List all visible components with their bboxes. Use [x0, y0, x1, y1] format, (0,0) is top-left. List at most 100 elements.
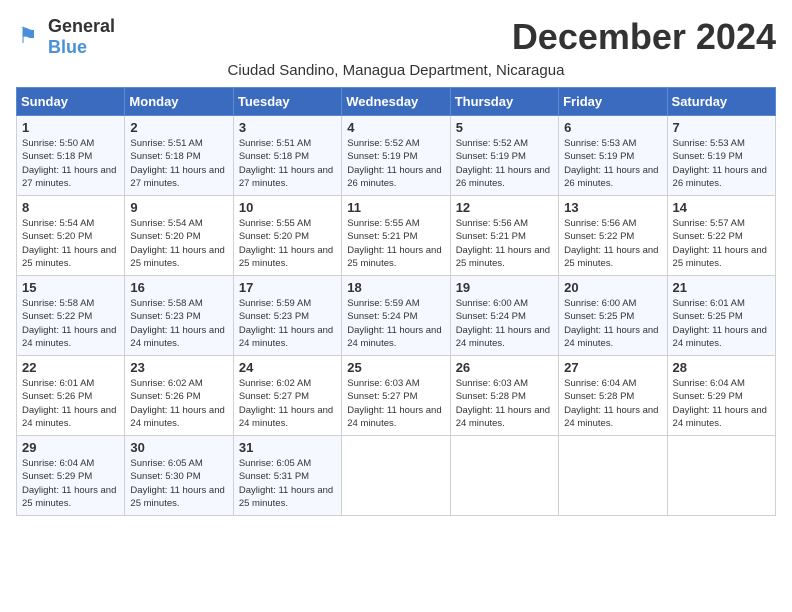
- header-tuesday: Tuesday: [233, 88, 341, 116]
- table-row: 1 Sunrise: 5:50 AM Sunset: 5:18 PM Daylig…: [17, 116, 776, 196]
- page-subtitle: Ciudad Sandino, Managua Department, Nica…: [16, 62, 776, 79]
- day-number: 25: [347, 360, 444, 375]
- day-number: 24: [239, 360, 336, 375]
- table-cell: 23 Sunrise: 6:02 AM Sunset: 5:26 PM Dayli…: [125, 356, 233, 436]
- day-info: Sunrise: 5:58 AM Sunset: 5:23 PM Dayligh…: [130, 297, 227, 350]
- day-info: Sunrise: 6:02 AM Sunset: 5:26 PM Dayligh…: [130, 377, 227, 430]
- day-number: 11: [347, 200, 444, 215]
- table-cell: 10 Sunrise: 5:55 AM Sunset: 5:20 PM Dayli…: [233, 196, 341, 276]
- day-info: Sunrise: 6:04 AM Sunset: 5:29 PM Dayligh…: [673, 377, 770, 430]
- logo: ⚑ General Blue: [16, 16, 115, 58]
- day-number: 13: [564, 200, 661, 215]
- day-info: Sunrise: 6:01 AM Sunset: 5:26 PM Dayligh…: [22, 377, 119, 430]
- day-number: 15: [22, 280, 119, 295]
- table-cell: 3 Sunrise: 5:51 AM Sunset: 5:18 PM Daylig…: [233, 116, 341, 196]
- day-info: Sunrise: 6:03 AM Sunset: 5:28 PM Dayligh…: [456, 377, 553, 430]
- day-info: Sunrise: 5:55 AM Sunset: 5:20 PM Dayligh…: [239, 217, 336, 270]
- day-info: Sunrise: 5:50 AM Sunset: 5:18 PM Dayligh…: [22, 137, 119, 190]
- table-cell: 6Sunrise: 5:53 AM Sunset: 5:19 PM Daylig…: [559, 116, 667, 196]
- day-number: 10: [239, 200, 336, 215]
- table-cell: 5Sunrise: 5:52 AM Sunset: 5:19 PM Daylig…: [450, 116, 558, 196]
- day-number: 17: [239, 280, 336, 295]
- day-info: Sunrise: 6:04 AM Sunset: 5:28 PM Dayligh…: [564, 377, 661, 430]
- logo-general: General: [48, 16, 115, 36]
- header-wednesday: Wednesday: [342, 88, 450, 116]
- day-number: 28: [673, 360, 770, 375]
- table-cell: 15 Sunrise: 5:58 AM Sunset: 5:22 PM Dayli…: [17, 276, 125, 356]
- day-number: 7: [673, 120, 770, 135]
- day-number: 27: [564, 360, 661, 375]
- day-info: Sunrise: 6:04 AM Sunset: 5:29 PM Dayligh…: [22, 457, 119, 510]
- table-cell: [559, 436, 667, 516]
- header-saturday: Saturday: [667, 88, 775, 116]
- table-cell: 17 Sunrise: 5:59 AM Sunset: 5:23 PM Dayli…: [233, 276, 341, 356]
- table-cell: 31 Sunrise: 6:05 AM Sunset: 5:31 PM Dayli…: [233, 436, 341, 516]
- day-number: 30: [130, 440, 227, 455]
- day-info: Sunrise: 5:55 AM Sunset: 5:21 PM Dayligh…: [347, 217, 444, 270]
- day-info: Sunrise: 5:52 AM Sunset: 5:19 PM Dayligh…: [456, 137, 553, 190]
- day-number: 23: [130, 360, 227, 375]
- table-cell: [667, 436, 775, 516]
- table-cell: [342, 436, 450, 516]
- day-info: Sunrise: 5:51 AM Sunset: 5:18 PM Dayligh…: [130, 137, 227, 190]
- table-cell: 11 Sunrise: 5:55 AM Sunset: 5:21 PM Dayli…: [342, 196, 450, 276]
- table-row: 22Sunrise: 6:01 AM Sunset: 5:26 PM Dayli…: [17, 356, 776, 436]
- table-cell: 12Sunrise: 5:56 AM Sunset: 5:21 PM Dayli…: [450, 196, 558, 276]
- day-number: 2: [130, 120, 227, 135]
- table-cell: 7 Sunrise: 5:53 AM Sunset: 5:19 PM Daylig…: [667, 116, 775, 196]
- table-cell: 30 Sunrise: 6:05 AM Sunset: 5:30 PM Dayli…: [125, 436, 233, 516]
- table-cell: 8 Sunrise: 5:54 AM Sunset: 5:20 PM Daylig…: [17, 196, 125, 276]
- day-number: 1: [22, 120, 119, 135]
- day-number: 31: [239, 440, 336, 455]
- header-monday: Monday: [125, 88, 233, 116]
- header-sunday: Sunday: [17, 88, 125, 116]
- day-number: 26: [456, 360, 553, 375]
- header-row: Sunday Monday Tuesday Wednesday Thursday…: [17, 88, 776, 116]
- table-cell: [450, 436, 558, 516]
- day-info: Sunrise: 6:05 AM Sunset: 5:31 PM Dayligh…: [239, 457, 336, 510]
- table-cell: 24 Sunrise: 6:02 AM Sunset: 5:27 PM Dayli…: [233, 356, 341, 436]
- svg-text:⚑: ⚑: [18, 23, 38, 48]
- table-cell: 9Sunrise: 5:54 AM Sunset: 5:20 PM Daylig…: [125, 196, 233, 276]
- day-info: Sunrise: 5:59 AM Sunset: 5:23 PM Dayligh…: [239, 297, 336, 350]
- day-info: Sunrise: 5:57 AM Sunset: 5:22 PM Dayligh…: [673, 217, 770, 270]
- day-number: 20: [564, 280, 661, 295]
- month-title: December 2024: [512, 16, 776, 58]
- day-info: Sunrise: 6:01 AM Sunset: 5:25 PM Dayligh…: [673, 297, 770, 350]
- table-cell: 14Sunrise: 5:57 AM Sunset: 5:22 PM Dayli…: [667, 196, 775, 276]
- day-info: Sunrise: 6:05 AM Sunset: 5:30 PM Dayligh…: [130, 457, 227, 510]
- table-cell: 27 Sunrise: 6:04 AM Sunset: 5:28 PM Dayli…: [559, 356, 667, 436]
- day-number: 8: [22, 200, 119, 215]
- header-friday: Friday: [559, 88, 667, 116]
- day-number: 3: [239, 120, 336, 135]
- day-info: Sunrise: 5:56 AM Sunset: 5:22 PM Dayligh…: [564, 217, 661, 270]
- day-number: 19: [456, 280, 553, 295]
- table-cell: 22Sunrise: 6:01 AM Sunset: 5:26 PM Dayli…: [17, 356, 125, 436]
- day-number: 29: [22, 440, 119, 455]
- day-info: Sunrise: 5:54 AM Sunset: 5:20 PM Dayligh…: [130, 217, 227, 270]
- day-info: Sunrise: 6:02 AM Sunset: 5:27 PM Dayligh…: [239, 377, 336, 430]
- day-info: Sunrise: 5:54 AM Sunset: 5:20 PM Dayligh…: [22, 217, 119, 270]
- table-row: 15 Sunrise: 5:58 AM Sunset: 5:22 PM Dayli…: [17, 276, 776, 356]
- day-info: Sunrise: 5:58 AM Sunset: 5:22 PM Dayligh…: [22, 297, 119, 350]
- table-cell: 16Sunrise: 5:58 AM Sunset: 5:23 PM Dayli…: [125, 276, 233, 356]
- day-info: Sunrise: 5:59 AM Sunset: 5:24 PM Dayligh…: [347, 297, 444, 350]
- day-number: 4: [347, 120, 444, 135]
- logo-icon: ⚑: [16, 23, 44, 51]
- table-cell: 25 Sunrise: 6:03 AM Sunset: 5:27 PM Dayli…: [342, 356, 450, 436]
- table-cell: 21 Sunrise: 6:01 AM Sunset: 5:25 PM Dayli…: [667, 276, 775, 356]
- table-cell: 4Sunrise: 5:52 AM Sunset: 5:19 PM Daylig…: [342, 116, 450, 196]
- day-info: Sunrise: 5:53 AM Sunset: 5:19 PM Dayligh…: [673, 137, 770, 190]
- day-info: Sunrise: 6:00 AM Sunset: 5:24 PM Dayligh…: [456, 297, 553, 350]
- table-cell: 2 Sunrise: 5:51 AM Sunset: 5:18 PM Daylig…: [125, 116, 233, 196]
- table-cell: 26 Sunrise: 6:03 AM Sunset: 5:28 PM Dayli…: [450, 356, 558, 436]
- day-info: Sunrise: 5:51 AM Sunset: 5:18 PM Dayligh…: [239, 137, 336, 190]
- day-number: 21: [673, 280, 770, 295]
- header-thursday: Thursday: [450, 88, 558, 116]
- table-cell: 29 Sunrise: 6:04 AM Sunset: 5:29 PM Dayli…: [17, 436, 125, 516]
- day-number: 12: [456, 200, 553, 215]
- day-info: Sunrise: 6:03 AM Sunset: 5:27 PM Dayligh…: [347, 377, 444, 430]
- calendar-table: Sunday Monday Tuesday Wednesday Thursday…: [16, 87, 776, 516]
- day-number: 18: [347, 280, 444, 295]
- table-cell: 20Sunrise: 6:00 AM Sunset: 5:25 PM Dayli…: [559, 276, 667, 356]
